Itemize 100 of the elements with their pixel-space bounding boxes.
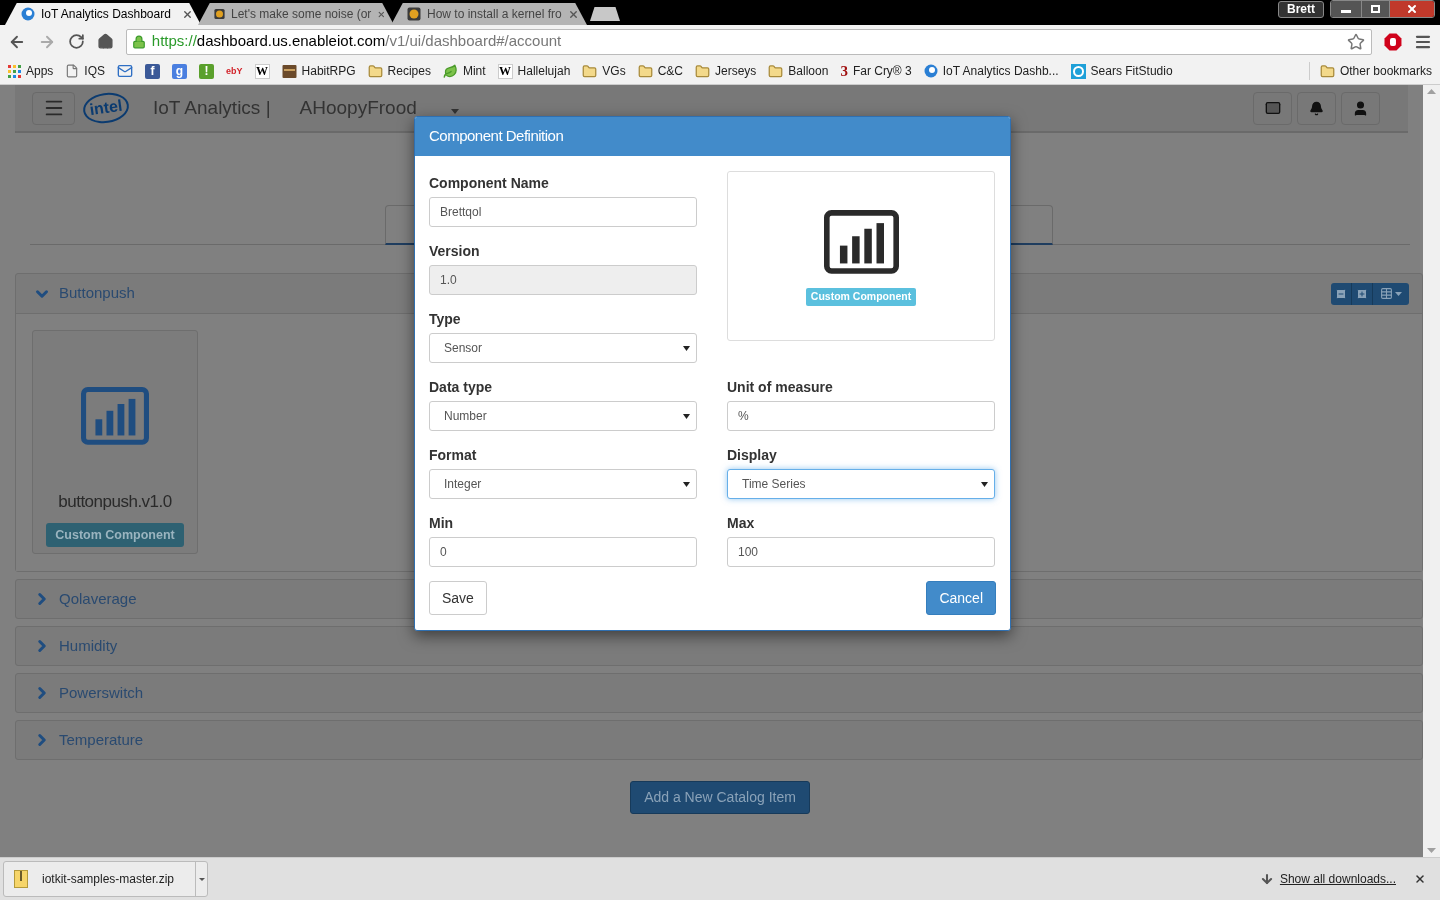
browser-tab[interactable]: Let's make some noise (or (198, 3, 394, 25)
reload-icon[interactable] (67, 33, 85, 50)
text-field[interactable]: 1.0 (429, 265, 697, 295)
card-title: buttonpush.v1.0 (58, 490, 172, 513)
bookmark-icon: W (497, 63, 513, 79)
stop-hand-icon[interactable] (1384, 32, 1403, 51)
minimize-button[interactable] (1331, 1, 1361, 17)
text-field[interactable]: Brettqol (429, 197, 697, 227)
bookmark[interactable]: VGs (582, 62, 626, 80)
leaf-icon (442, 63, 458, 79)
profile-menu-button[interactable] (1341, 91, 1380, 125)
bookmark[interactable]: Sears FitStudio (1070, 62, 1173, 80)
coin-icon (407, 7, 421, 21)
show-all-downloads-link[interactable]: Show all downloads... (1279, 870, 1396, 888)
folder-icon (768, 63, 784, 79)
dropdown[interactable]: Time Series (727, 469, 995, 499)
dropdown[interactable]: Number (429, 401, 697, 431)
field-label: Display (727, 446, 778, 465)
folder-icon (582, 63, 598, 79)
profile-button[interactable]: Brett (1278, 1, 1324, 18)
menu-button[interactable] (32, 91, 75, 125)
add-catalog-item-button[interactable]: Add a New Catalog Item (630, 781, 810, 814)
browser-tab[interactable]: How to install a kernel fro (391, 3, 587, 25)
component-badge: Custom Component (46, 523, 184, 548)
bookmark[interactable]: Other bookmarks (1308, 62, 1432, 80)
download-file-name: iotkit-samples-master.zip (42, 871, 176, 888)
close-window-button[interactable] (1389, 1, 1434, 17)
maximize-button[interactable] (1361, 1, 1389, 17)
bookmark-icon[interactable]: ebY (226, 66, 243, 76)
bookmark[interactable]: C&C (637, 62, 683, 80)
caret-icon (683, 413, 690, 419)
mail-icon[interactable] (117, 63, 134, 79)
folder-icon (367, 63, 383, 79)
download-item[interactable]: iotkit-samples-master.zip (3, 861, 208, 897)
caret-icon[interactable] (450, 108, 459, 114)
folder-icon (1319, 63, 1335, 79)
bookmark[interactable]: HabitRPG (281, 62, 356, 80)
field-label: Version (429, 242, 481, 261)
tab-title: Let's make some noise (or (231, 6, 372, 23)
text-field[interactable]: 100 (727, 537, 995, 567)
bookmark-icon[interactable]: W (254, 63, 270, 79)
minus-icon (1335, 287, 1347, 300)
ring-icon (1070, 63, 1086, 79)
zip-file-icon (14, 870, 28, 888)
dropdown[interactable]: Integer (429, 469, 697, 499)
url-text: https://dashboard.us.enableiot.com/v1/ui/dashboard#/account (151, 31, 563, 52)
bookmark[interactable]: IQS (65, 62, 106, 80)
browser-tab[interactable]: IoT Analytics Dashboard (5, 3, 201, 25)
apps-grid-icon (8, 64, 21, 78)
account-name: AHoopyFrood (299, 95, 417, 120)
messages-button[interactable] (1253, 91, 1292, 125)
plus-icon (1356, 287, 1368, 300)
close-icon[interactable] (182, 8, 193, 20)
field-label: Data type (429, 378, 494, 397)
bookmark[interactable]: Apps (8, 62, 54, 80)
download-icon (1259, 872, 1274, 886)
field-label: Type (429, 310, 462, 329)
bookmark[interactable]: Recipes (367, 62, 431, 80)
bookmark-icon[interactable]: g (172, 63, 188, 79)
notifications-button[interactable] (1297, 91, 1336, 125)
bookmark[interactable]: Jerseys (695, 62, 757, 80)
globe-icon (923, 64, 938, 78)
home-icon[interactable] (96, 33, 114, 50)
bookmark-icon[interactable]: f (145, 63, 161, 79)
tab-title: How to install a kernel fro (427, 6, 562, 23)
new-tab-button[interactable] (590, 7, 620, 21)
page-icon (65, 64, 80, 78)
field-label: Format (429, 446, 478, 465)
bookmark-icon: 3 (840, 63, 848, 79)
bookmark[interactable]: IoT Analytics Dashb... (923, 62, 1059, 80)
cancel-button[interactable]: Cancel (926, 581, 996, 615)
bell-icon (1309, 100, 1324, 116)
dropdown[interactable]: Sensor (429, 333, 697, 363)
caret-icon (683, 345, 690, 351)
bar-chart-icon (823, 210, 899, 274)
bookmark[interactable]: Balloon (768, 62, 829, 80)
bookmark[interactable]: 3 Far Cry® 3 (840, 62, 912, 80)
caret-icon (981, 481, 988, 487)
modal-title: Component Definition (429, 126, 564, 147)
bookmark[interactable]: Mint (442, 62, 486, 80)
field-label: Min (429, 514, 455, 533)
bar-chart-icon (81, 387, 149, 445)
component-badge: Custom Component (805, 287, 917, 306)
globe-icon (21, 7, 35, 21)
close-icon[interactable] (1414, 873, 1426, 885)
table-icon (1380, 287, 1393, 300)
save-button[interactable]: Save (429, 581, 487, 615)
tab-title: IoT Analytics Dashboard (41, 6, 172, 23)
text-field[interactable]: % (727, 401, 995, 431)
address-bar[interactable]: https://dashboard.us.enableiot.com/v1/ui/dashboard#/account (125, 28, 1373, 55)
caret-icon (683, 481, 690, 487)
folder-icon (637, 63, 653, 79)
bookmark[interactable]: W Hallelujah (497, 62, 571, 80)
folder-icon (695, 63, 710, 79)
field-label: Max (727, 514, 756, 533)
field-label: Component Name (429, 174, 550, 193)
text-field[interactable]: 0 (429, 537, 697, 567)
caret-icon[interactable] (198, 877, 205, 881)
bookmark-star-icon[interactable] (1347, 32, 1366, 51)
caret-icon (1395, 291, 1402, 296)
